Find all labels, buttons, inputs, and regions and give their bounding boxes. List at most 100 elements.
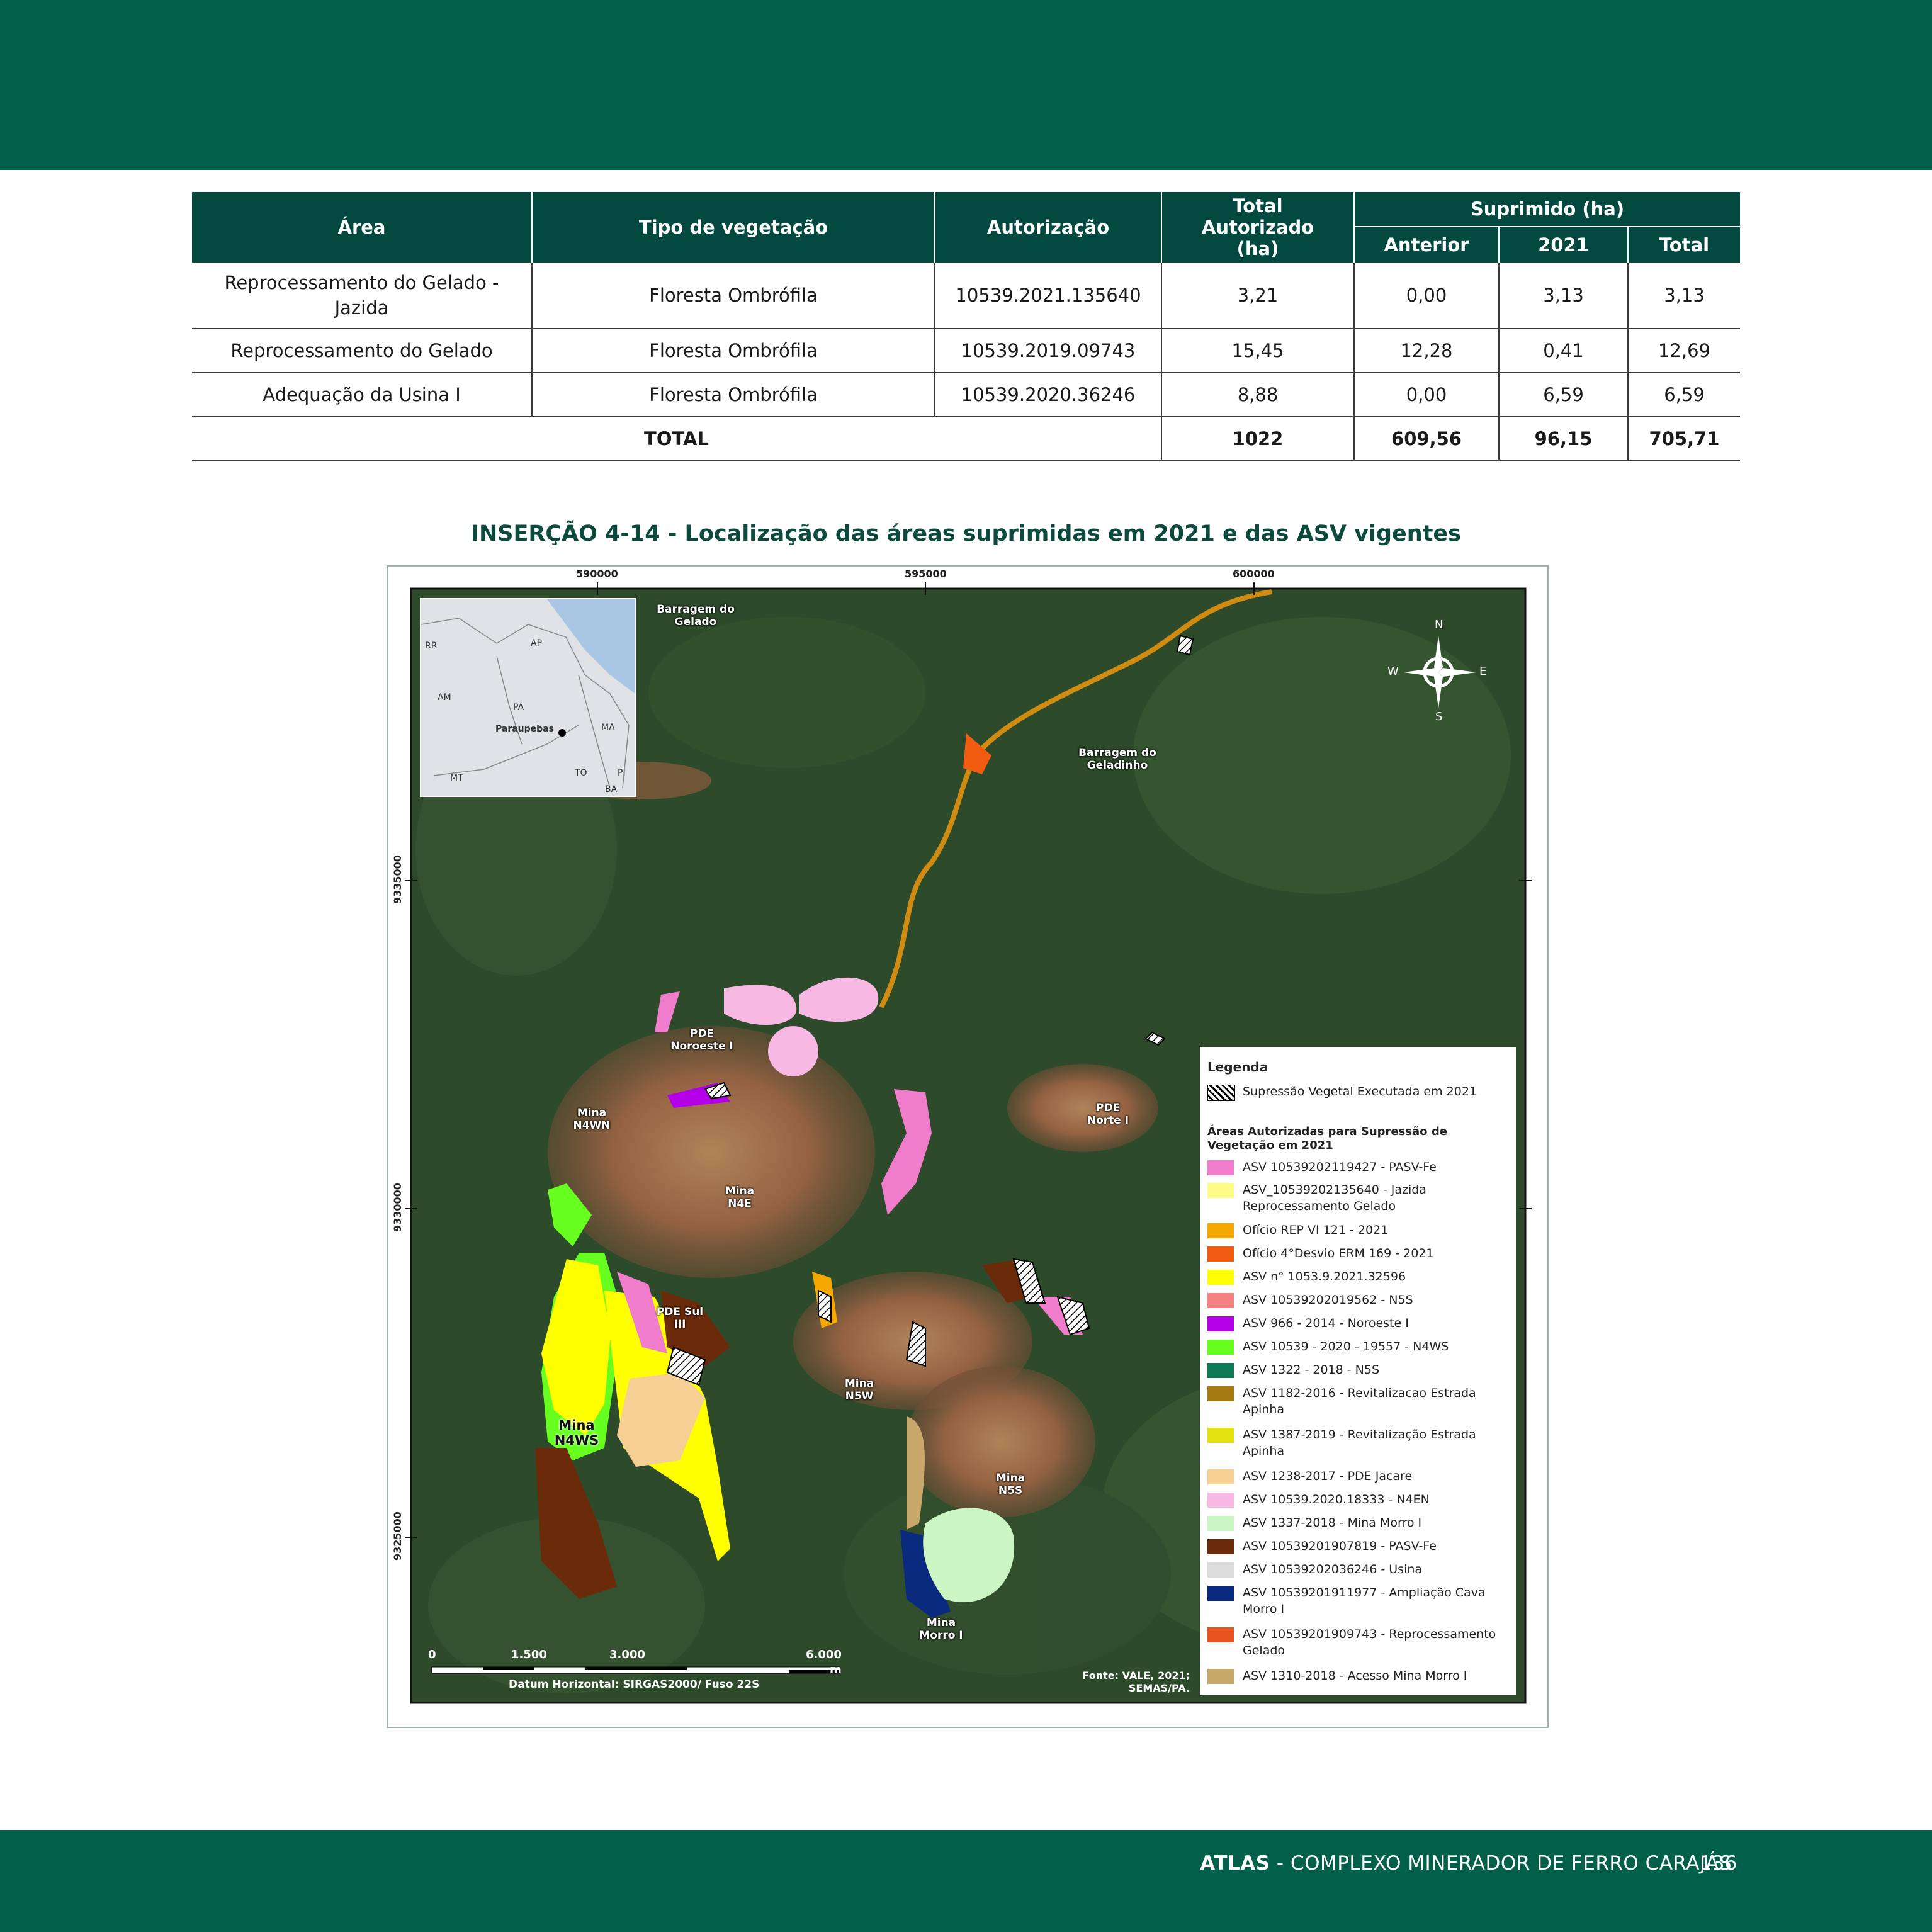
legend-item: Ofício REP VI 121 - 2021	[1207, 1222, 1510, 1243]
legend-swatch	[1207, 1246, 1234, 1262]
legend-item: ASV 10539201911977 - Ampliação Cava Morr…	[1207, 1585, 1510, 1620]
compass-w: W	[1387, 665, 1399, 678]
legend-swatch	[1207, 1562, 1234, 1578]
legend-title: Legenda	[1207, 1059, 1268, 1075]
legend-swatch	[1207, 1627, 1234, 1642]
legend-label: ASV 10539201911977 - Ampliação Cava Morr…	[1243, 1586, 1486, 1616]
label-pde-norte: PDE Norte I	[1087, 1102, 1129, 1127]
legend-label: ASV 10539202019562 - N5S	[1243, 1293, 1413, 1307]
footer-subtitle: - COMPLEXO MINERADOR DE FERRO CARAJÁS	[1270, 1852, 1732, 1875]
legend-swatch	[1207, 1516, 1234, 1531]
inset-locator-map: RR AP AM PA Paraupebas MA TO PI MT BA	[420, 598, 636, 797]
legend-item: ASV 10539201907819 - PASV-Fe	[1207, 1538, 1510, 1559]
legend-item: ASV 966 - 2014 - Noroeste I	[1207, 1315, 1510, 1336]
legend-label: ASV 1182-2016 - Revitalizacao Estrada Ap…	[1243, 1386, 1476, 1416]
legend-label: ASV 10539202119427 - PASV-Fe	[1243, 1160, 1437, 1174]
label-mina-n4wn: Mina N4WN	[573, 1107, 611, 1132]
legend-label: ASV 10539 - 2020 - 19557 - N4WS	[1243, 1340, 1449, 1353]
legend-label: ASV 10539202036246 - Usina	[1243, 1562, 1423, 1576]
legend-item: ASV 1310-2018 - Acesso Mina Morro I	[1207, 1668, 1510, 1689]
map-legend: Legenda Supressão Vegetal Executada em 2…	[1200, 1047, 1516, 1695]
scale-label: 6.000	[806, 1648, 842, 1661]
location-map	[405, 582, 1532, 1704]
legend-item: ASV 10539202036246 - Usina	[1207, 1561, 1510, 1583]
legend-item: ASV 10539202019562 - N5S	[1207, 1292, 1510, 1313]
inset-label: BA	[605, 784, 618, 794]
inset-outline	[421, 599, 635, 789]
label-mina-n4ws: Mina N4WS	[554, 1418, 599, 1448]
inset-label: Paraupebas	[495, 724, 554, 734]
inset-label: MT	[450, 773, 463, 783]
legend-label: ASV 966 - 2014 - Noroeste I	[1243, 1316, 1409, 1330]
legend-swatch	[1207, 1469, 1234, 1484]
footer-brand: ATLAS	[1200, 1852, 1270, 1875]
legend-item: ASV n° 1053.9.2021.32596	[1207, 1268, 1510, 1290]
legend-item: ASV 1337-2018 - Mina Morro I	[1207, 1515, 1510, 1536]
legend-swatch	[1207, 1293, 1234, 1308]
legend-label: ASV 10539201909743 - Reprocessamento Gel…	[1243, 1627, 1496, 1658]
legend-label: ASV 1337-2018 - Mina Morro I	[1243, 1516, 1422, 1530]
coord-left: 9335000	[392, 855, 404, 904]
legend-item: ASV_10539202135640 - Jazida Reprocessame…	[1207, 1182, 1510, 1217]
legend-swatch	[1207, 1270, 1234, 1285]
legend-label: ASV 1310-2018 - Acesso Mina Morro I	[1243, 1669, 1467, 1683]
scale-label: 0	[428, 1648, 436, 1661]
hatch-swatch-icon	[1207, 1085, 1235, 1101]
legend-item-hatch: Supressão Vegetal Executada em 2021	[1207, 1083, 1510, 1117]
scale-unit: m	[830, 1663, 842, 1676]
legend-swatch	[1207, 1586, 1234, 1601]
legend-label: ASV_10539202135640 - Jazida Reprocessame…	[1243, 1183, 1426, 1213]
inset-label: AP	[531, 638, 543, 648]
inset-label: MA	[601, 723, 615, 733]
inset-label: PA	[513, 703, 524, 713]
legend-swatch	[1207, 1160, 1234, 1175]
legend-swatch	[1207, 1316, 1234, 1331]
legend-label: ASV 10539201907819 - PASV-Fe	[1243, 1539, 1437, 1553]
label-mina-n5w: Mina N5W	[844, 1377, 874, 1403]
legend-item: ASV 10539.2020.18333 - N4EN	[1207, 1491, 1510, 1513]
legend-swatch	[1207, 1493, 1234, 1508]
coord-top: 600000	[1233, 568, 1275, 580]
legend-swatch	[1207, 1386, 1234, 1401]
label-barragem-gelado: Barragem do Gelado	[657, 603, 735, 628]
legend-label: Ofício REP VI 121 - 2021	[1243, 1223, 1389, 1237]
legend-label: ASV n° 1053.9.2021.32596	[1243, 1270, 1406, 1284]
legend-item: ASV 10539202119427 - PASV-Fe	[1207, 1159, 1510, 1180]
legend-swatch	[1207, 1669, 1234, 1684]
coord-top: 590000	[576, 568, 618, 580]
scale-label: 1.500	[511, 1648, 547, 1661]
label-pde-sul: PDE Sul III	[656, 1306, 704, 1331]
legend-swatch	[1207, 1428, 1234, 1443]
legend-label: ASV 1238-2017 - PDE Jacare	[1243, 1469, 1413, 1483]
label-pde-noroeste: PDE Noroeste I	[670, 1027, 733, 1053]
inset-label: PI	[618, 768, 626, 778]
footer-band	[0, 1830, 1932, 1932]
label-barragem-geladinho: Barragem do Geladinho	[1078, 747, 1156, 772]
legend-label: ASV 1387-2019 - Revitalização Estrada Ap…	[1243, 1428, 1476, 1458]
legend-item: ASV 1182-2016 - Revitalizacao Estrada Ap…	[1207, 1385, 1510, 1420]
legend-item: ASV 1322 - 2018 - N5S	[1207, 1362, 1510, 1383]
label-mina-n4e: Mina N4E	[725, 1185, 755, 1210]
inset-label: AM	[438, 692, 451, 703]
legend-swatch	[1207, 1539, 1234, 1554]
scale-bar	[431, 1666, 840, 1674]
legend-swatch	[1207, 1223, 1234, 1238]
legend-swatch	[1207, 1340, 1234, 1355]
legend-swatch	[1207, 1363, 1234, 1378]
legend-heading: Áreas Autorizadas para Supressão de Vege…	[1207, 1125, 1447, 1152]
datum-text: Datum Horizontal: SIRGAS2000/ Fuso 22S	[509, 1678, 760, 1691]
legend-swatch	[1207, 1183, 1234, 1198]
compass-s: S	[1435, 710, 1443, 723]
legend-item: ASV 1238-2017 - PDE Jacare	[1207, 1468, 1510, 1489]
legend-label: Supressão Vegetal Executada em 2021	[1243, 1085, 1477, 1099]
page-number: 136	[1700, 1852, 1737, 1875]
coord-top: 595000	[905, 568, 947, 580]
legend-item: Ofício 4°Desvio ERM 169 - 2021	[1207, 1245, 1510, 1267]
inset-label: TO	[575, 768, 587, 778]
compass-e: E	[1479, 665, 1487, 678]
legend-label: Ofício 4°Desvio ERM 169 - 2021	[1243, 1246, 1434, 1260]
location-dot-icon	[558, 729, 566, 737]
coord-left: 9325000	[392, 1511, 404, 1561]
label-mina-morro: Mina Morro I	[919, 1617, 963, 1642]
compass-n: N	[1435, 618, 1443, 631]
